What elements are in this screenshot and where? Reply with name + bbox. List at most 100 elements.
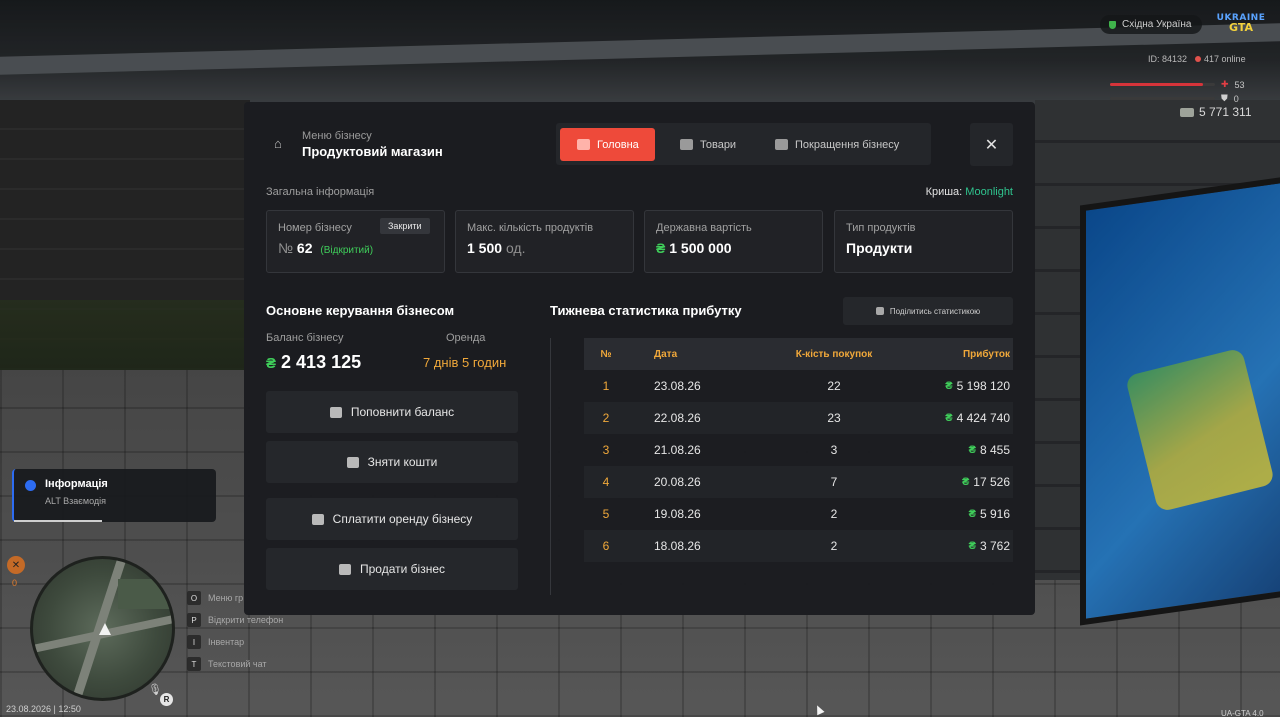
row-profit: ₴ 17 526 xyxy=(962,466,1010,498)
business-menu-modal: ⌂ Меню бізнесу Продуктовий магазин Голов… xyxy=(244,102,1035,615)
row-count: 22 xyxy=(827,379,841,393)
card-value: № 62 (Відкритий) xyxy=(278,240,373,256)
card-product-type: Тип продуктів Продукти xyxy=(834,210,1013,273)
version-label: UA-GTA 4.0 xyxy=(1221,709,1264,717)
row-num: 6 xyxy=(602,539,610,553)
row-count: 2 xyxy=(830,539,838,553)
armor-shield-icon: ⛊ xyxy=(1221,93,1228,103)
card-label: Номер бізнесу xyxy=(278,222,352,234)
hint-key: T xyxy=(187,657,201,671)
pay-rent-button[interactable]: Сплатити оренду бізнесу xyxy=(266,498,518,540)
modal-title: Продуктовий магазин xyxy=(302,144,443,159)
section-divider xyxy=(550,338,551,595)
balance-value: ₴ 2 413 125 xyxy=(266,352,361,373)
management-title: Основне керування бізнесом xyxy=(266,303,455,318)
close-business-button[interactable]: Закрити xyxy=(380,218,430,234)
shield-icon xyxy=(1109,20,1116,29)
table-row: 5 19.08.26 2 ₴ 5 916 xyxy=(584,498,1013,530)
hint-label: Відкрити телефон xyxy=(208,615,284,625)
hryvnia-icon: ₴ xyxy=(945,412,953,424)
tab-main[interactable]: Головна xyxy=(560,128,655,161)
header-profit: Прибуток xyxy=(962,348,1010,360)
hryvnia-icon: ₴ xyxy=(968,508,976,520)
player-arrow-icon xyxy=(99,623,111,635)
row-profit: ₴ 8 455 xyxy=(969,434,1010,466)
deposit-label: Поповнити баланс xyxy=(350,405,455,419)
close-button[interactable]: ✕ xyxy=(970,123,1013,166)
product-type-value: Продукти xyxy=(846,240,913,256)
row-num: 3 xyxy=(602,443,610,457)
card-label: Тип продуктів xyxy=(846,222,916,234)
rent-value: 7 днів 5 годин xyxy=(423,355,507,370)
row-profit-value: 5 198 120 xyxy=(956,379,1010,393)
rent-label: Оренда xyxy=(446,332,486,344)
cash-icon xyxy=(1180,107,1194,117)
row-num: 2 xyxy=(602,411,610,425)
sell-icon xyxy=(339,563,351,575)
hryvnia-icon: ₴ xyxy=(266,355,277,372)
row-count: 23 xyxy=(827,411,841,425)
modal-subtitle: Меню бізнесу xyxy=(302,130,372,142)
row-profit: ₴ 4 424 740 xyxy=(945,402,1010,434)
max-products-value: 1 500 xyxy=(467,240,503,256)
roof-value: Moonlight xyxy=(965,186,1013,198)
tab-main-label: Головна xyxy=(597,138,639,151)
row-date: 21.08.26 xyxy=(654,443,701,457)
money-display: 5 771 311 xyxy=(1180,105,1252,119)
hunger-value: 0 xyxy=(12,578,18,588)
tab-upgrade[interactable]: Покращення бізнесу xyxy=(775,128,899,161)
row-date: 22.08.26 xyxy=(654,411,701,425)
online-count: 417 online xyxy=(1195,54,1246,64)
table-row: 6 18.08.26 2 ₴ 3 762 xyxy=(584,530,1013,562)
info-subtitle: ALT Взаємодія xyxy=(45,496,107,506)
share-icon xyxy=(875,307,884,315)
row-profit-value: 4 424 740 xyxy=(956,411,1010,425)
hint-key: P xyxy=(187,613,201,627)
money-value: 5 771 311 xyxy=(1199,105,1252,119)
hryvnia-icon: ₴ xyxy=(968,444,976,456)
share-stats-label: Поділитись статистикою xyxy=(889,306,981,316)
header-date: Дата xyxy=(654,348,678,360)
withdraw-button[interactable]: Зняти кошти xyxy=(266,441,518,483)
row-count: 7 xyxy=(830,475,838,489)
roof-label: Криша: xyxy=(925,186,963,198)
withdraw-icon xyxy=(346,456,359,468)
card-value: 1 500 од. xyxy=(467,240,525,256)
row-num: 1 xyxy=(602,379,610,393)
close-icon: ✕ xyxy=(984,136,999,154)
withdraw-label: Зняти кошти xyxy=(367,455,438,469)
card-label: Державна вартість xyxy=(656,222,752,234)
online-count-label: 417 online xyxy=(1204,54,1246,64)
player-id: ID: 84132 xyxy=(1148,54,1188,64)
sell-business-button[interactable]: Продати бізнес xyxy=(266,548,518,590)
pay-rent-label: Сплатити оренду бізнесу xyxy=(332,512,473,526)
basket-icon xyxy=(680,139,693,150)
home-icon xyxy=(577,139,590,150)
share-stats-button[interactable]: Поділитись статистикою xyxy=(843,297,1013,325)
deposit-button[interactable]: Поповнити баланс xyxy=(266,391,518,433)
card-max-products: Макс. кількість продуктів 1 500 од. xyxy=(455,210,634,273)
hryvnia-icon: ₴ xyxy=(968,540,976,552)
hint-label: Інвентар xyxy=(208,637,245,647)
hint-inventory: I Інвентар xyxy=(187,631,283,653)
table-row: 2 22.08.26 23 ₴ 4 424 740 xyxy=(584,402,1013,434)
row-date: 19.08.26 xyxy=(654,507,701,521)
hryvnia-icon: ₴ xyxy=(945,380,953,392)
header-num: № xyxy=(600,348,612,360)
info-pin-icon xyxy=(25,480,36,491)
stats-title: Тижнева статистика прибутку xyxy=(550,303,742,318)
voice-key-badge: R xyxy=(160,693,173,706)
sell-business-label: Продати бізнес xyxy=(360,562,445,576)
business-number: 62 xyxy=(296,240,313,256)
table-row: 4 20.08.26 7 ₴ 17 526 xyxy=(584,466,1013,498)
hunger-icon: ✕ xyxy=(7,556,25,574)
tab-goods[interactable]: Товари xyxy=(680,128,736,161)
microphone-icon: 🎙 xyxy=(148,684,162,696)
health-stat: ✚ 53 xyxy=(1110,79,1245,90)
info-title: Інформація xyxy=(45,478,108,490)
row-date: 20.08.26 xyxy=(654,475,701,489)
info-notification: Інформація ALT Взаємодія xyxy=(12,469,216,522)
stats-table: № Дата К-кість покупок Прибуток 1 23.08.… xyxy=(584,338,1013,562)
store-icon: ⌂ xyxy=(274,136,282,151)
player-info: ID: 84132 417 online xyxy=(1148,54,1246,64)
